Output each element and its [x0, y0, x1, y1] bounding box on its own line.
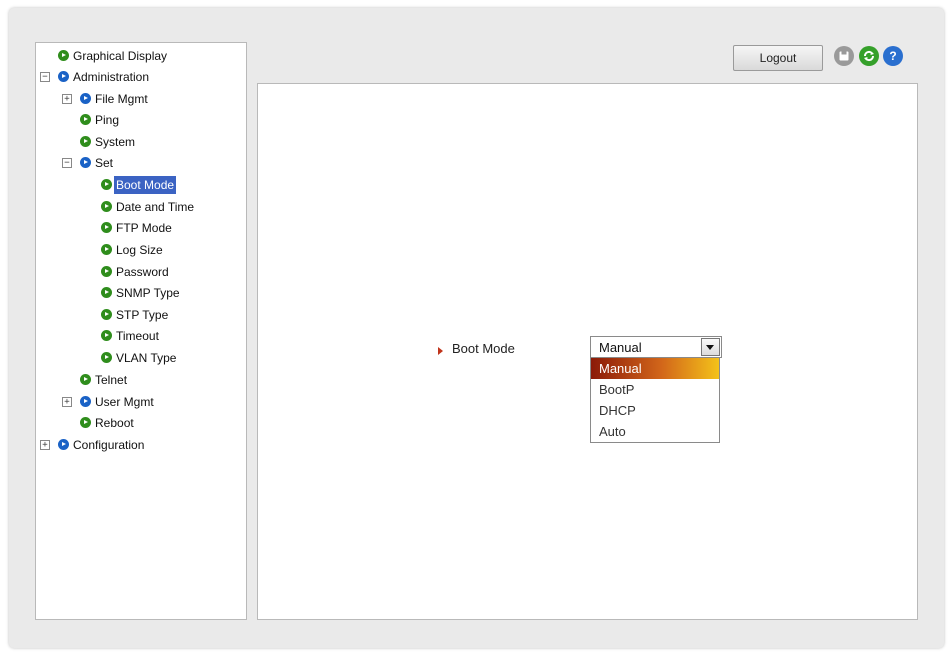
folder-bullet-icon [58, 71, 69, 82]
help-icon[interactable]: ? [883, 46, 903, 66]
expand-toggle-icon[interactable]: + [62, 94, 72, 104]
leaf-bullet-icon [80, 114, 91, 125]
option-manual[interactable]: Manual [591, 358, 719, 379]
tree-item-label: Telnet [95, 373, 128, 387]
leaf-bullet-icon [101, 222, 112, 233]
logout-button[interactable]: Logout [733, 45, 823, 71]
folder-bullet-icon [80, 157, 91, 168]
folder-bullet-icon [58, 439, 69, 450]
tree-item-label: Graphical Display [73, 49, 168, 63]
collapse-toggle-icon[interactable]: − [40, 72, 50, 82]
tree-item-label: FTP Mode [116, 221, 172, 235]
expand-toggle-icon[interactable]: + [62, 397, 72, 407]
leaf-bullet-icon [101, 266, 112, 277]
tree-item-label: SNMP Type [116, 286, 180, 300]
leaf-bullet-icon [80, 417, 91, 428]
refresh-glyph [863, 50, 875, 62]
leaf-bullet-icon [101, 309, 112, 320]
tree-item-label: VLAN Type [116, 351, 177, 365]
folder-bullet-icon [80, 396, 91, 407]
refresh-icon[interactable] [859, 46, 879, 66]
option-bootp[interactable]: BootP [591, 379, 719, 400]
tree-item-label: Date and Time [116, 200, 195, 214]
leaf-bullet-icon [101, 179, 112, 190]
leaf-bullet-icon [101, 244, 112, 255]
leaf-bullet-icon [101, 330, 112, 341]
tree-item-label: File Mgmt [95, 92, 148, 106]
content-panel [257, 83, 918, 620]
boot-mode-label: Boot Mode [452, 341, 515, 356]
leaf-bullet-icon [80, 136, 91, 147]
leaf-bullet-icon [58, 50, 69, 61]
save-icon[interactable] [834, 46, 854, 66]
leaf-bullet-icon [101, 352, 112, 363]
chevron-down-icon[interactable] [701, 338, 720, 356]
boot-mode-dropdown: Manual BootP DHCP Auto [590, 357, 720, 443]
boot-mode-select[interactable]: Manual [590, 336, 722, 358]
save-glyph [839, 51, 849, 61]
option-auto[interactable]: Auto [591, 421, 719, 442]
tree-item-label: Configuration [73, 438, 145, 452]
tree-item-label: Ping [95, 113, 120, 127]
tree-item-label: Timeout [116, 329, 159, 343]
option-dhcp[interactable]: DHCP [591, 400, 719, 421]
collapse-toggle-icon[interactable]: − [62, 158, 72, 168]
leaf-bullet-icon [101, 287, 112, 298]
tree-item-label: STP Type [116, 308, 169, 322]
tree-item-label: Boot Mode [114, 176, 177, 194]
leaf-bullet-icon [101, 201, 112, 212]
tree-item-label: Password [116, 265, 169, 279]
tree-item-label: Set [95, 156, 114, 170]
field-marker-icon [438, 347, 443, 355]
tree-item-label: System [95, 135, 136, 149]
folder-bullet-icon [80, 93, 91, 104]
expand-toggle-icon[interactable]: + [40, 440, 50, 450]
select-value: Manual [599, 340, 642, 355]
tree-item-label: User Mgmt [95, 395, 154, 409]
tree-item-label: Log Size [116, 243, 163, 257]
tree-item-label: Administration [73, 70, 150, 84]
leaf-bullet-icon [80, 374, 91, 385]
tree-item-label: Reboot [95, 416, 134, 430]
